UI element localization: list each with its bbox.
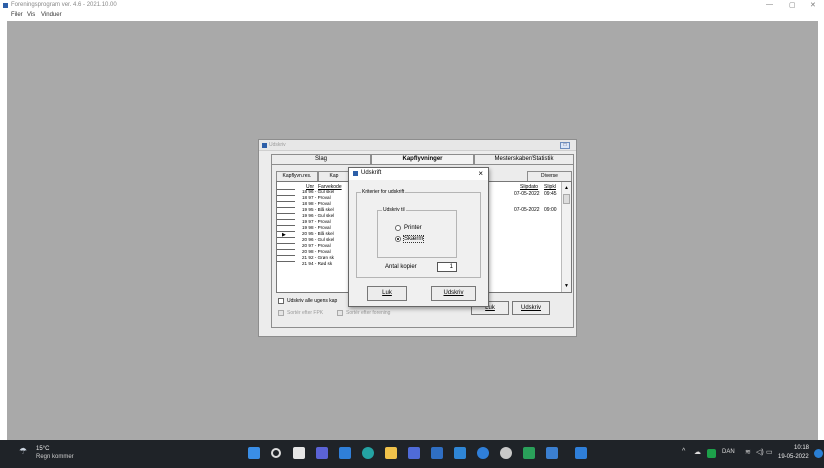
column-header-slipkl[interactable]: Slipkl xyxy=(544,184,556,190)
subtab-kapflyvn-res[interactable]: Kapflyvn.res. xyxy=(276,171,318,181)
file-explorer-icon[interactable] xyxy=(385,447,397,459)
window-title: Foreningsprogram ver. 4.6 - 2021.10.00 xyxy=(11,2,117,8)
udskrift-modal-titlebar: Udskrift × xyxy=(349,168,488,180)
udskriv-til-group: Udskriv til xyxy=(377,207,457,258)
udskriv-alle-label: Udskriv alle ugens kap xyxy=(287,298,338,304)
subtab-kap[interactable]: Kap xyxy=(318,171,350,181)
menu-filer[interactable]: Filer xyxy=(11,12,23,18)
scroll-up-icon[interactable]: ▲ xyxy=(564,185,569,191)
menu-vis[interactable]: Vis xyxy=(27,12,35,18)
clock-date[interactable]: 19-05-2022 xyxy=(778,454,809,460)
taskbar: ☂ 15°C Regn kommer ^ ☁ DAN ≋ ◁) ▭ 10:18 … xyxy=(0,440,824,468)
close-icon[interactable]: × xyxy=(478,169,483,178)
udskriv-dialog-titlebar: Udskriv □ xyxy=(259,140,576,151)
cloud-icon[interactable]: ☁ xyxy=(694,448,701,456)
app-icon-2[interactable] xyxy=(454,447,466,459)
slipkl-cell: 09:00 xyxy=(544,207,557,213)
app-icon-6[interactable] xyxy=(575,447,587,459)
battery-icon[interactable]: ▭ xyxy=(766,448,773,456)
column-header-slipdato[interactable]: Slipdato xyxy=(520,184,538,190)
app-icon xyxy=(3,3,8,8)
udskriv-button-label: Udskriv xyxy=(520,305,541,311)
printer-radio-label: Printer xyxy=(404,225,422,231)
clock-time[interactable]: 10:18 xyxy=(794,445,809,451)
udskriv-alle-checkbox[interactable] xyxy=(278,298,284,304)
tab-slag[interactable]: Slag xyxy=(271,154,371,164)
udskriv-button[interactable]: Udskriv xyxy=(512,301,550,315)
weather-rain-icon[interactable]: ☂ xyxy=(19,446,27,457)
chat-icon[interactable] xyxy=(316,447,328,459)
udskriv-dialog-title: Udskriv xyxy=(269,142,286,148)
weather-temperature[interactable]: 15°C xyxy=(36,446,49,452)
app-icon-1[interactable] xyxy=(339,447,351,459)
modal-udskriv-label: Udskriv xyxy=(443,290,464,296)
store-icon[interactable] xyxy=(408,447,420,459)
antal-kopier-input[interactable]: 1 xyxy=(437,262,457,272)
antal-kopier-label: Antal kopier xyxy=(385,264,417,270)
slipkl-cell: 09:45 xyxy=(544,191,557,197)
start-icon[interactable] xyxy=(248,447,260,459)
notification-icon[interactable] xyxy=(814,449,823,458)
dialog-app-icon xyxy=(353,171,358,176)
minimize-button[interactable]: — xyxy=(766,1,773,8)
wifi-icon[interactable]: ≋ xyxy=(745,448,751,456)
tab-mesterskaber-statistik[interactable]: Mesterskaber/Statistik xyxy=(474,154,574,164)
modal-luk-label: Luk xyxy=(382,290,392,296)
app-icon-5[interactable] xyxy=(523,447,535,459)
maximize-icon[interactable]: □ xyxy=(560,142,570,149)
udskriv-til-group-label: Udskriv til xyxy=(382,207,406,213)
sortering-fpk-checkbox[interactable] xyxy=(278,310,284,316)
sortering-fpk-label: Sortér efter FPK xyxy=(287,310,324,316)
task-view-icon[interactable] xyxy=(293,447,305,459)
foreningsprogram-taskbar-icon[interactable] xyxy=(546,447,558,459)
sortering-forening-label: Sortér efter forening xyxy=(346,310,391,316)
slipdato-cell: 07-05-2022 xyxy=(514,207,540,213)
udskrift-modal: Udskrift × Kriterier for udskrift Udskri… xyxy=(348,167,489,307)
close-button[interactable]: ✕ xyxy=(810,1,816,9)
maximize-button[interactable]: ▢ xyxy=(789,1,796,9)
app-icon-4[interactable] xyxy=(500,447,512,459)
grid-scrollbar[interactable]: ▲ ▼ xyxy=(561,182,571,292)
window-titlebar: Foreningsprogram ver. 4.6 - 2021.10.00 —… xyxy=(0,0,824,11)
row-label: 21 94 - Rød sk xyxy=(302,261,333,266)
weather-description[interactable]: Regn kommer xyxy=(36,454,74,460)
kriterier-group-label: Kriterier for udskrift xyxy=(361,189,406,195)
subtab-diverse[interactable]: Diverse xyxy=(527,171,572,181)
tray-app-icon[interactable] xyxy=(707,449,716,458)
skaerm-radio[interactable] xyxy=(395,236,401,242)
scroll-thumb[interactable] xyxy=(563,194,570,204)
radio-selected-dot xyxy=(397,238,399,240)
menu-vinduer[interactable]: Vinduer xyxy=(41,12,62,18)
printer-radio[interactable] xyxy=(395,225,401,231)
chevron-up-icon[interactable]: ^ xyxy=(682,448,685,455)
search-icon[interactable] xyxy=(271,448,281,458)
sortering-forening-checkbox[interactable] xyxy=(337,310,343,316)
edge-icon[interactable] xyxy=(362,447,374,459)
dialog-app-icon xyxy=(262,143,267,148)
mail-icon[interactable] xyxy=(431,447,443,459)
udskrift-modal-title: Udskrift xyxy=(361,170,382,176)
skaerm-radio-label: Skærm xyxy=(402,235,425,243)
modal-luk-button[interactable]: Luk xyxy=(367,286,407,301)
modal-udskriv-button[interactable]: Udskriv xyxy=(431,286,476,301)
slipdato-cell: 07-05-2022 xyxy=(514,191,540,197)
volume-icon[interactable]: ◁) xyxy=(756,448,764,456)
row-selector[interactable] xyxy=(277,261,295,267)
scroll-down-icon[interactable]: ▼ xyxy=(564,283,569,289)
app-icon-3[interactable] xyxy=(477,447,489,459)
menubar: Filer Vis Vinduer xyxy=(0,11,824,21)
language-indicator[interactable]: DAN xyxy=(722,449,735,455)
